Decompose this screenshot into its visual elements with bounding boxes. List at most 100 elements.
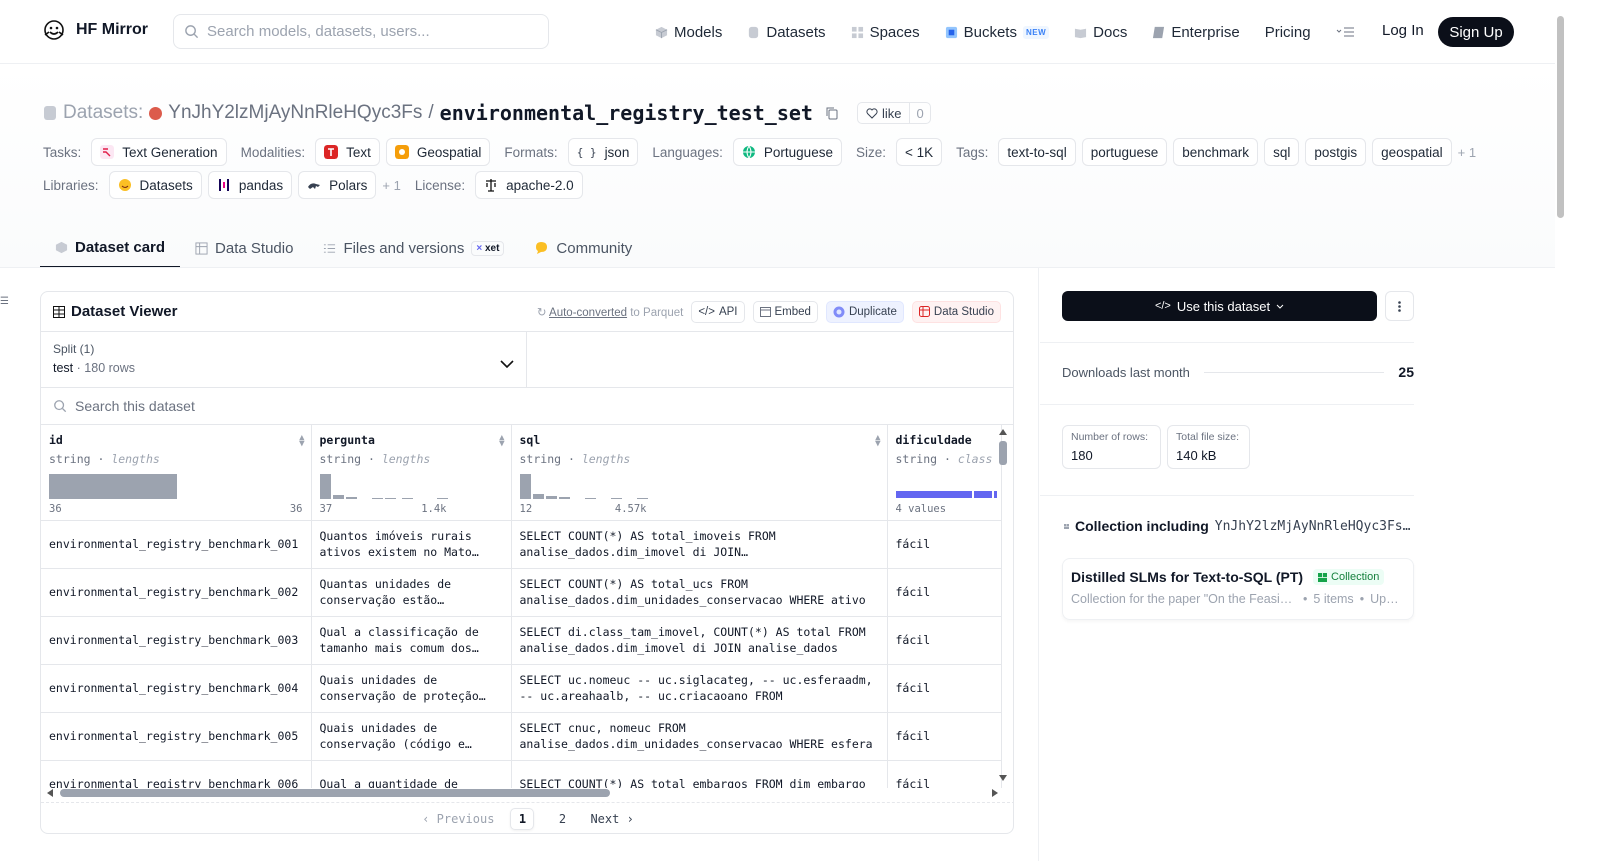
data-studio-button[interactable]: Data Studio [911,300,1001,323]
toc-toggle-icon[interactable]: ☰ [0,296,9,307]
cell-sql[interactable]: SELECT COUNT(*) AS total_ucs FROM analis… [511,568,888,617]
hist-bar[interactable] [519,474,531,499]
hist-bar[interactable] [436,498,448,499]
grid-horizontal-scrollbar[interactable] [45,787,1000,799]
nav-docs[interactable]: Docs [1074,24,1127,41]
previous-page-button[interactable]: ‹ Previous [422,812,494,826]
page-scrollbar-thumb[interactable] [1557,16,1564,218]
histogram-sql[interactable] [519,473,650,499]
page-scrollbar[interactable] [1555,0,1568,861]
page-1-button[interactable]: 1 [510,807,535,830]
tab-data-studio[interactable]: Data Studio [180,228,308,268]
collection-card[interactable]: Distilled SLMs for Text-to-SQL (PT) Colle… [1062,558,1414,620]
tab-community[interactable]: Community [519,228,647,268]
histogram-id[interactable] [49,473,179,499]
language-chip[interactable]: Portuguese [732,138,842,166]
tags-more[interactable]: + 1 [1458,145,1476,160]
hist-bar[interactable] [49,474,177,499]
hist-bar[interactable] [332,495,344,499]
cell-pergunta[interactable]: Quais unidades de conservação de proteçã… [311,664,512,713]
viewer-search-input[interactable] [75,398,475,414]
grid-vertical-scrollbar[interactable] [998,425,1008,788]
cell-id[interactable]: environmental_registry_benchmark_004 [41,664,312,713]
hist-bar[interactable] [532,494,544,499]
tab-dataset-card[interactable]: Dataset card [40,228,181,268]
size-chip[interactable]: < 1K [895,138,943,166]
column-header-dificuldade[interactable]: dificuldade string · classes 4 values [887,425,1002,521]
column-header-id[interactable]: id string · lengths ▲ ▼ 36 36 [41,425,312,521]
next-page-button[interactable]: Next › [590,812,633,826]
sort-icon[interactable]: ▲ ▼ [875,434,880,449]
cell-id[interactable]: environmental_registry_benchmark_005 [41,712,312,761]
tab-files-and-versions[interactable]: Files and versions × xet [308,228,519,268]
table-row[interactable]: environmental_registry_benchmark_004 Quai… [41,664,1002,713]
dataset-owner[interactable]: YnJhY2lzMjAyNnRleHQyc3Fs [168,102,422,124]
page-2-button[interactable]: 2 [550,808,574,830]
cell-pergunta[interactable]: Quantos imóveis rurais ativos existem no… [311,520,512,569]
nav-datasets[interactable]: Datasets [747,24,826,41]
table-row[interactable]: environmental_registry_benchmark_005 Quai… [41,712,1002,761]
duplicate-button[interactable]: Duplicate [825,300,904,323]
nav-pricing[interactable]: Pricing [1265,24,1311,41]
hist-bar[interactable] [401,498,413,499]
copy-icon[interactable] [825,106,839,120]
table-row[interactable]: environmental_registry_benchmark_006 Qual… [41,760,1002,788]
table-row[interactable]: environmental_registry_benchmark_002 Quan… [41,568,1002,617]
hist-bar[interactable] [610,498,622,499]
table-row[interactable]: environmental_registry_benchmark_003 Qual… [41,616,1002,665]
nav-spaces[interactable]: Spaces [851,24,920,41]
library-chip-datasets[interactable]: Datasets [108,171,202,199]
cell-id[interactable]: environmental_registry_benchmark_001 [41,520,312,569]
sort-icon[interactable]: ▲ ▼ [499,434,504,449]
global-search-input[interactable] [207,23,527,40]
libraries-more[interactable]: + 1 [382,178,400,193]
hist-bar[interactable] [345,497,357,499]
signup-button[interactable]: Sign Up [1438,17,1514,47]
cell-sql[interactable]: SELECT cnuc, nomeuc FROM analise_dados.d… [511,712,888,761]
cell-dificuldade[interactable]: fácil [887,520,1002,569]
task-chip[interactable]: Text Generation [91,138,227,166]
cell-sql[interactable]: SELECT COUNT(*) AS total_imoveis FROM an… [511,520,888,569]
license-chip[interactable]: apache-2.0 [475,171,583,199]
cell-id[interactable]: environmental_registry_benchmark_002 [41,568,312,617]
cell-dificuldade[interactable]: fácil [887,760,1002,788]
format-chip[interactable]: { } json [567,138,639,166]
tag-chip[interactable]: portuguese [1081,138,1168,166]
hist-bar[interactable] [636,498,648,499]
viewer-search[interactable] [41,388,1013,425]
hist-bar[interactable] [319,474,331,499]
histogram-pergunta[interactable] [319,473,450,499]
cell-dificuldade[interactable]: fácil [887,568,1002,617]
embed-button[interactable]: Embed [752,300,818,323]
modality-chip-geospatial[interactable]: Geospatial [385,138,491,166]
use-this-dataset-button[interactable]: </> Use this dataset [1062,291,1377,321]
cell-sql[interactable]: SELECT COUNT(*) AS total_embargos FROM d… [511,760,888,788]
library-chip-pandas[interactable]: pandas [207,171,293,199]
auto-converted-link[interactable]: Auto-converted [549,307,627,319]
class-segment[interactable] [993,491,997,498]
cell-id[interactable]: environmental_registry_benchmark_006 [41,760,312,788]
hist-bar[interactable] [584,498,596,499]
dataset-name[interactable]: environmental_registry_test_set [440,101,813,125]
tag-chip[interactable]: postgis [1305,138,1367,166]
tag-chip[interactable]: geospatial [1372,138,1452,166]
cell-pergunta[interactable]: Quais unidades de conservação (código e … [311,712,512,761]
hist-bar[interactable] [371,498,383,499]
cell-pergunta[interactable]: Qual a classificação de tamanho mais com… [311,616,512,665]
cell-pergunta[interactable]: Quantas unidades de conservação estão ca… [311,568,512,617]
hist-bar[interactable] [384,498,396,499]
api-button[interactable]: </> API [691,300,745,323]
class-distribution-bar[interactable] [895,473,1000,499]
hist-bar[interactable] [558,497,570,499]
cell-id[interactable]: environmental_registry_benchmark_003 [41,616,312,665]
nav-models[interactable]: Models [655,24,722,41]
column-header-sql[interactable]: sql string · lengths ▲ ▼ 12 4.57k [511,425,888,521]
library-chip-polars[interactable]: Polars [298,171,377,199]
nav-enterprise[interactable]: Enterprise [1152,24,1240,41]
tag-chip[interactable]: text-to-sql [998,138,1076,166]
nav-more-menu[interactable] [1336,26,1356,38]
sort-icon[interactable]: ▲ ▼ [299,434,304,449]
class-segment[interactable] [973,491,992,498]
login-link[interactable]: Log In [1382,22,1424,39]
cell-dificuldade[interactable]: fácil [887,616,1002,665]
